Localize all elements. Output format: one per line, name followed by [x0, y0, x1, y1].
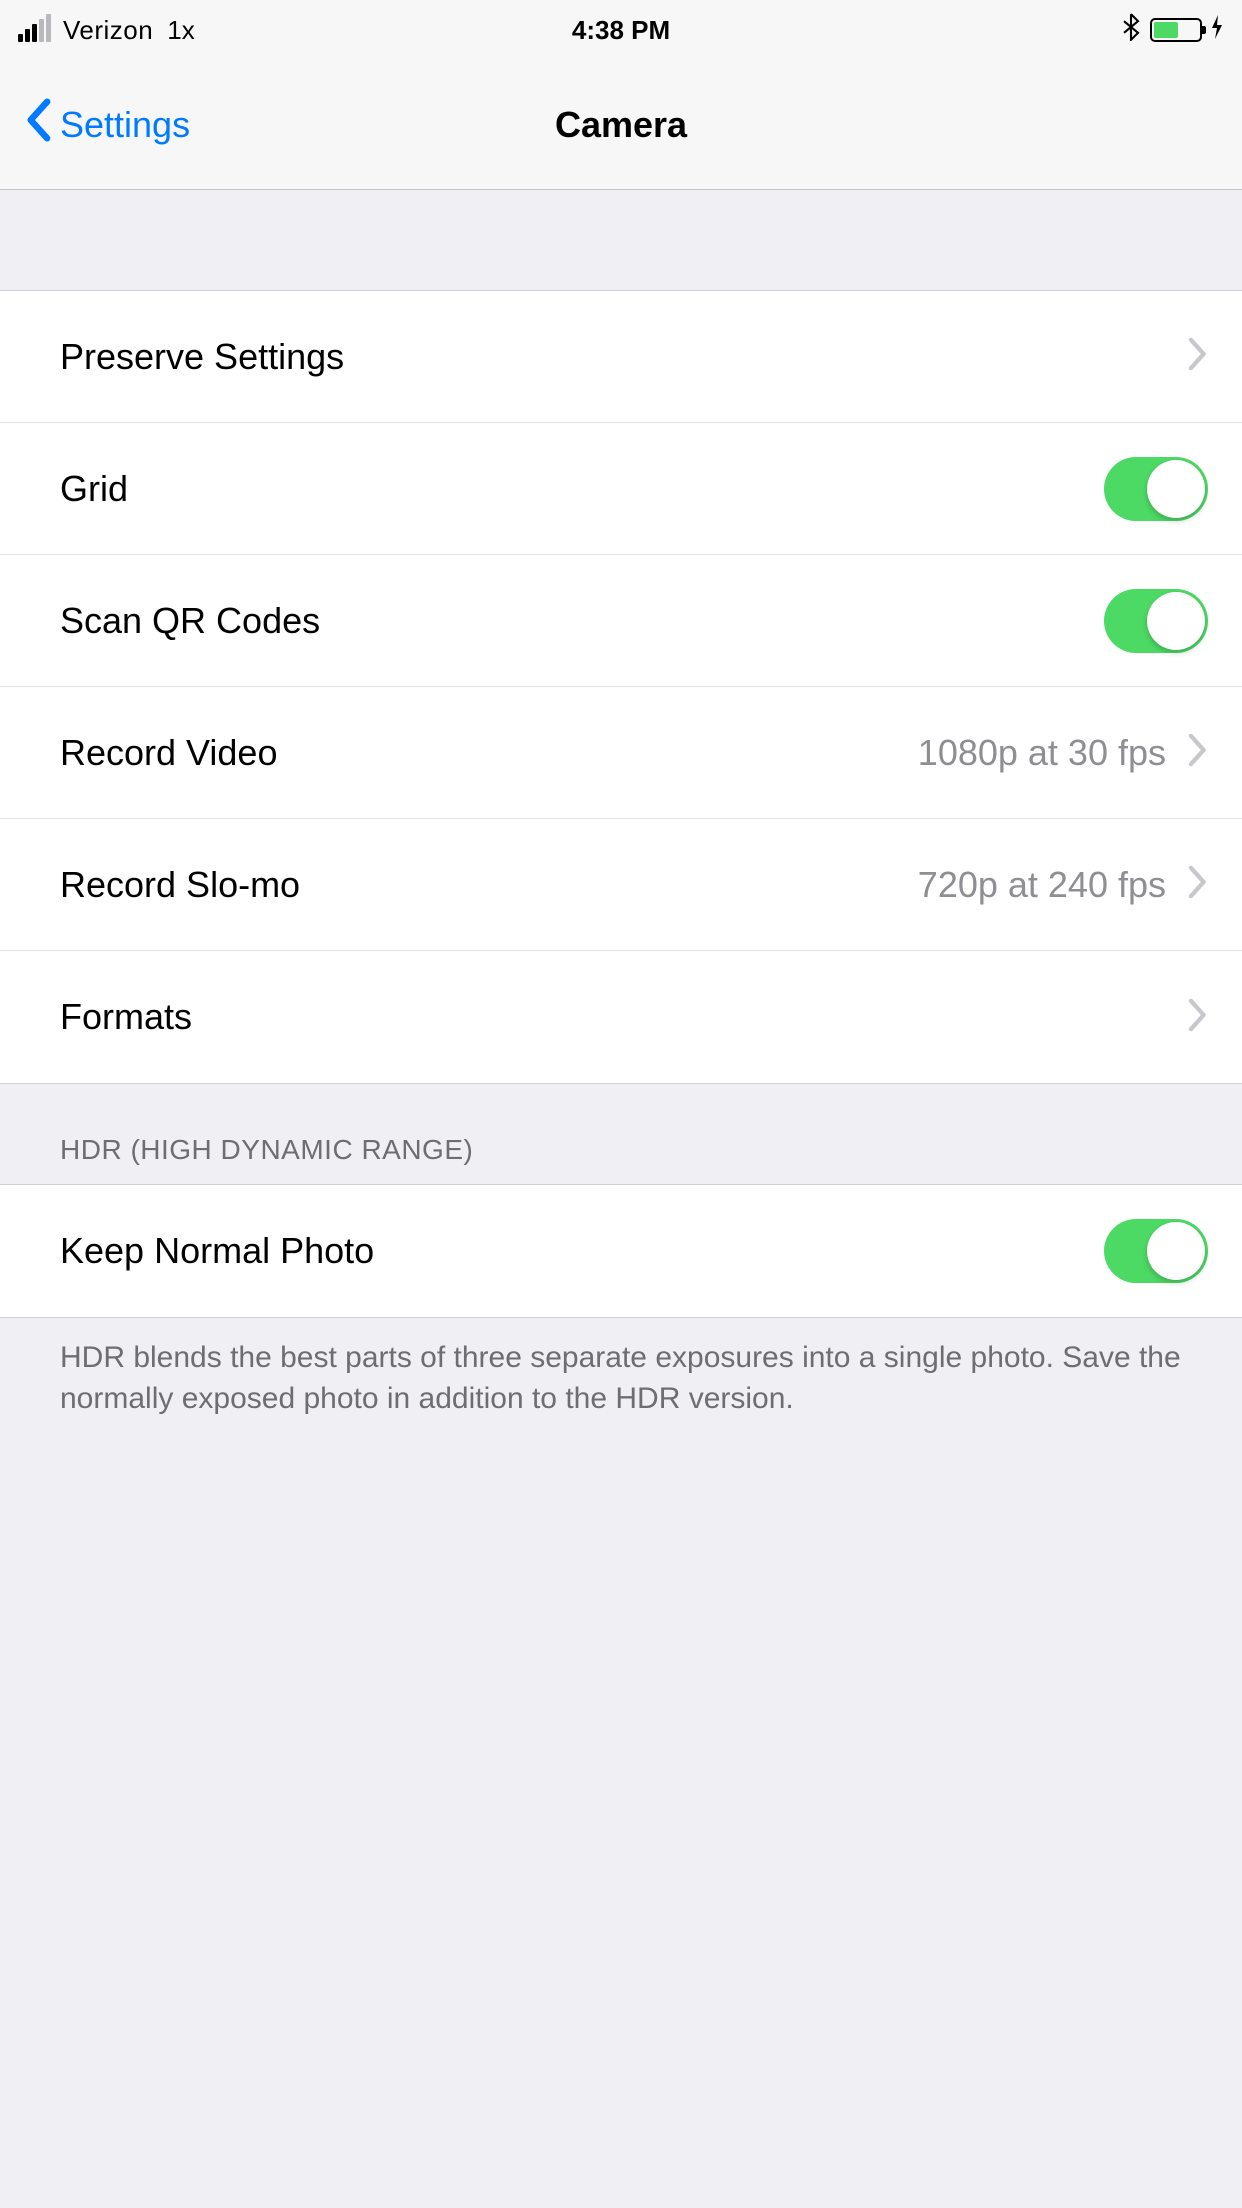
chevron-right-icon: [1188, 865, 1208, 904]
status-bar: Verizon 1x 4:38 PM: [0, 0, 1242, 60]
row-value: 720p at 240 fps: [918, 864, 1166, 906]
status-left: Verizon 1x: [18, 15, 195, 46]
row-keep-normal-photo: Keep Normal Photo: [0, 1185, 1242, 1317]
row-record-video[interactable]: Record Video 1080p at 30 fps: [0, 687, 1242, 819]
row-label: Keep Normal Photo: [60, 1230, 374, 1272]
row-label: Record Video: [60, 732, 277, 774]
row-label: Preserve Settings: [60, 336, 344, 378]
back-label: Settings: [60, 104, 190, 146]
row-label: Formats: [60, 996, 192, 1038]
row-value: 1080p at 30 fps: [918, 732, 1166, 774]
battery-fill: [1154, 22, 1178, 38]
status-right: [1122, 13, 1224, 48]
settings-group-hdr: Keep Normal Photo: [0, 1184, 1242, 1318]
charging-bolt-icon: [1210, 15, 1224, 46]
hdr-section-header: HDR (HIGH DYNAMIC RANGE): [0, 1084, 1242, 1184]
chevron-right-icon: [1188, 337, 1208, 376]
settings-group-main: Preserve Settings Grid Scan QR Codes Rec…: [0, 290, 1242, 1084]
row-formats[interactable]: Formats: [0, 951, 1242, 1083]
row-preserve-settings[interactable]: Preserve Settings: [0, 291, 1242, 423]
back-button[interactable]: Settings: [24, 98, 190, 151]
keep-normal-photo-toggle[interactable]: [1104, 1219, 1208, 1283]
section-spacer: [0, 190, 1242, 290]
network-type-label: 1x: [167, 15, 194, 46]
carrier-label: Verizon: [63, 15, 153, 46]
battery-icon: [1150, 18, 1202, 42]
row-record-slomo[interactable]: Record Slo-mo 720p at 240 fps: [0, 819, 1242, 951]
bluetooth-icon: [1122, 13, 1140, 48]
toggle-knob: [1147, 460, 1205, 518]
toggle-knob: [1147, 1222, 1205, 1280]
hdr-section-footer: HDR blends the best parts of three separ…: [0, 1318, 1242, 1439]
chevron-left-icon: [24, 98, 52, 151]
row-grid: Grid: [0, 423, 1242, 555]
chevron-right-icon: [1188, 998, 1208, 1037]
row-label: Record Slo-mo: [60, 864, 300, 906]
signal-strength-icon: [18, 18, 51, 42]
grid-toggle[interactable]: [1104, 457, 1208, 521]
navigation-bar: Settings Camera: [0, 60, 1242, 190]
row-label: Grid: [60, 468, 128, 510]
row-scan-qr: Scan QR Codes: [0, 555, 1242, 687]
chevron-right-icon: [1188, 733, 1208, 772]
page-title: Camera: [555, 104, 687, 146]
toggle-knob: [1147, 592, 1205, 650]
scan-qr-toggle[interactable]: [1104, 589, 1208, 653]
status-time: 4:38 PM: [572, 15, 670, 46]
row-label: Scan QR Codes: [60, 600, 320, 642]
